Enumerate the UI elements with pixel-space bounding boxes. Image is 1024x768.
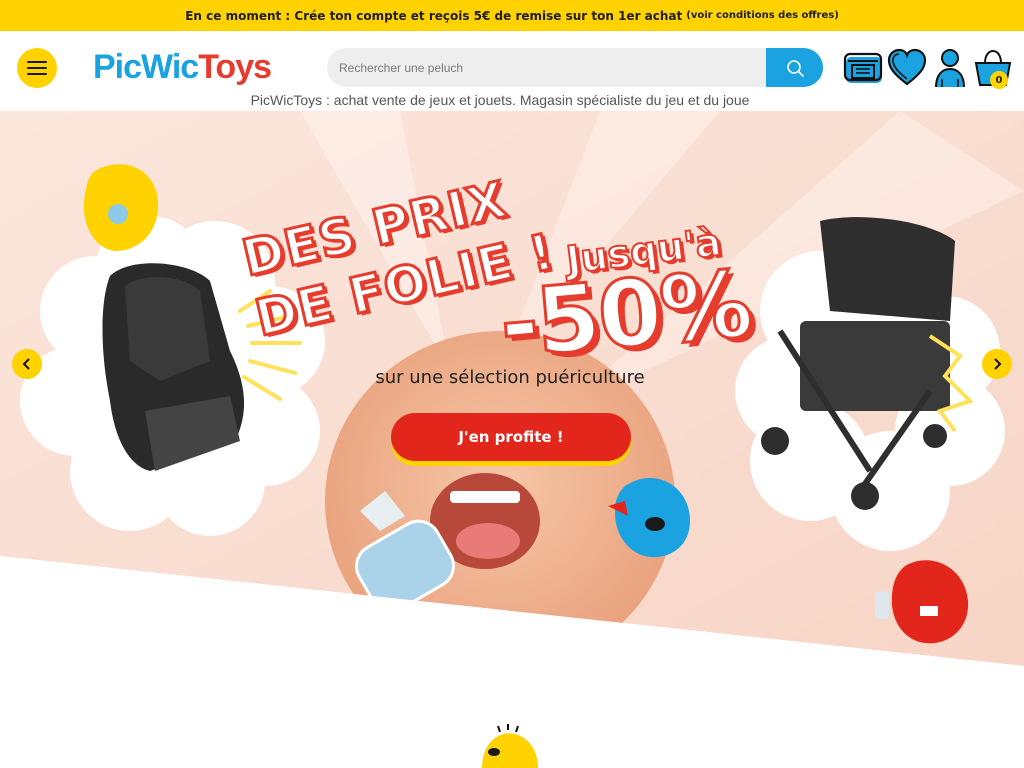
wishlist-button[interactable] [886, 47, 928, 89]
chevron-left-icon [22, 358, 30, 370]
search-bar [327, 48, 823, 87]
search-input[interactable] [327, 48, 767, 87]
promo-conditions-link[interactable]: (voir conditions des offres) [686, 10, 839, 21]
heart-icon [887, 48, 927, 86]
user-icon [935, 49, 965, 88]
carousel-prev-button[interactable] [12, 349, 42, 379]
store-locator-button[interactable] [843, 47, 885, 89]
promo-text: En ce moment : Crée ton compte et reçois… [185, 8, 683, 23]
hero-banner[interactable]: DES PRIX DE FOLIE ! Jusqu'à -50% sur une… [0, 111, 1024, 668]
search-button[interactable] [766, 48, 823, 87]
menu-button[interactable] [17, 48, 57, 88]
site-logo[interactable]: PicWicToys [93, 47, 272, 87]
hero-discount: -50% [494, 249, 756, 380]
chevron-right-icon [994, 358, 1002, 370]
yellow-mascot-peek [482, 724, 538, 768]
carousel-next-button[interactable] [982, 349, 1012, 379]
store-icon [843, 52, 883, 83]
logo-part2: Toys [198, 48, 272, 86]
cart-count-badge: 0 [990, 71, 1008, 89]
account-button[interactable] [930, 47, 972, 89]
hero-background [0, 111, 1024, 668]
site-tagline: PicWicToys : achat vente de jeux et joue… [250, 92, 750, 108]
hero-subtitle: sur une sélection puériculture [375, 367, 645, 388]
promo-bar[interactable]: En ce moment : Crée ton compte et reçois… [0, 0, 1024, 31]
menu-icon [27, 61, 47, 63]
hero-cta-button[interactable]: J'en profite ! [391, 413, 631, 461]
logo-part1: PicWic [93, 48, 199, 86]
search-icon [786, 59, 804, 77]
